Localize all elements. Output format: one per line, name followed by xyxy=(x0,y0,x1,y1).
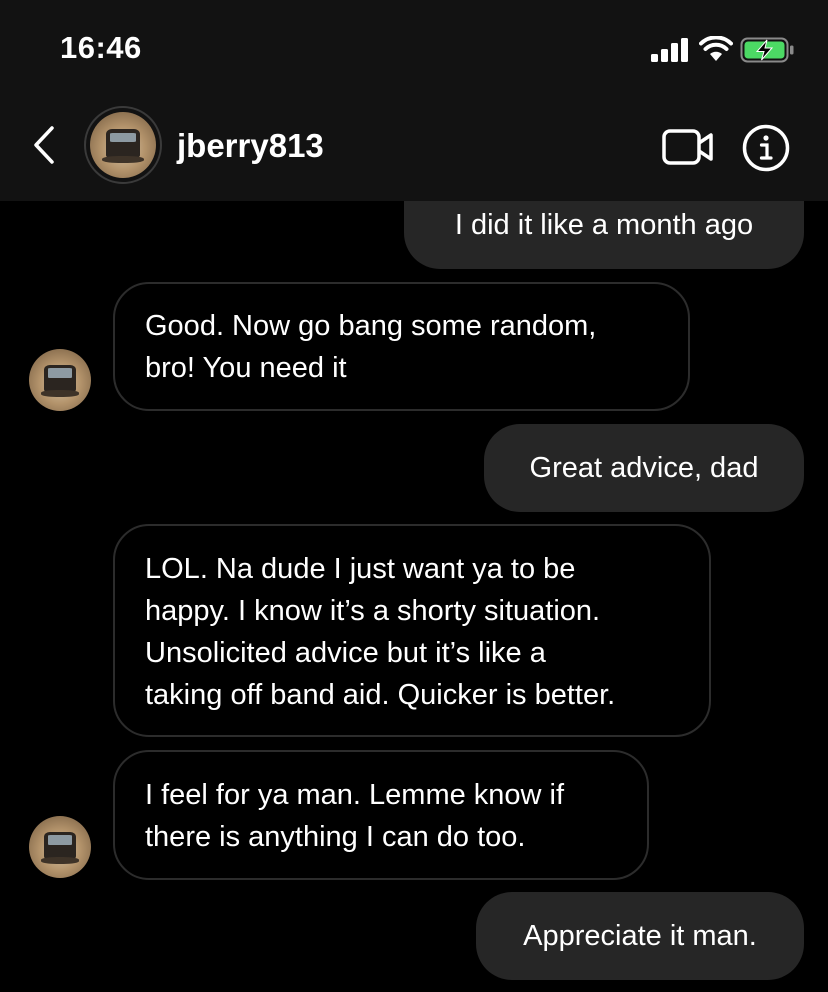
message-text: Appreciate it man. xyxy=(523,920,757,952)
chat-username[interactable]: jberry813 xyxy=(177,127,324,165)
wifi-icon xyxy=(699,36,733,61)
message-line: Unsolicited advice but it’s like a xyxy=(145,637,546,669)
message-text: I did it like a month ago xyxy=(454,209,754,241)
back-chevron-icon[interactable] xyxy=(30,125,60,165)
battery-charging-icon xyxy=(740,37,794,63)
info-icon[interactable] xyxy=(742,124,790,172)
status-time: 16:46 xyxy=(60,30,142,65)
incoming-message[interactable]: Good. Now go bang some random, bro! You … xyxy=(113,282,690,411)
chat-header: jberry813 xyxy=(0,100,828,201)
outgoing-message[interactable]: Great advice, dad xyxy=(484,424,804,512)
message-line: bro! You need it xyxy=(145,352,347,384)
incoming-message[interactable]: LOL. Na dude I just want ya to be happy.… xyxy=(113,524,711,737)
status-bar: 16:46 xyxy=(0,0,828,100)
profile-avatar[interactable] xyxy=(84,106,162,184)
message-line: there is anything I can do too. xyxy=(145,821,526,853)
outgoing-message[interactable]: Appreciate it man. xyxy=(476,892,804,980)
sender-avatar xyxy=(29,349,91,411)
message-line: Good. Now go bang some random, xyxy=(145,310,597,342)
message-text: Great advice, dad xyxy=(529,452,759,484)
message-line: I feel for ya man. Lemme know if xyxy=(145,779,565,811)
cellular-signal-icon xyxy=(651,38,688,62)
sender-avatar xyxy=(29,816,91,878)
incoming-message[interactable]: I feel for ya man. Lemme know if there i… xyxy=(113,750,649,880)
avatar-image xyxy=(90,112,156,178)
message-line: happy. I know it’s a shorty situation. xyxy=(145,595,601,627)
message-line: taking off band aid. Quicker is better. xyxy=(145,679,616,711)
video-camera-icon[interactable] xyxy=(662,128,714,166)
outgoing-message[interactable]: I did it like a month ago xyxy=(404,201,804,269)
message-line: LOL. Na dude I just want ya to be xyxy=(145,553,576,585)
